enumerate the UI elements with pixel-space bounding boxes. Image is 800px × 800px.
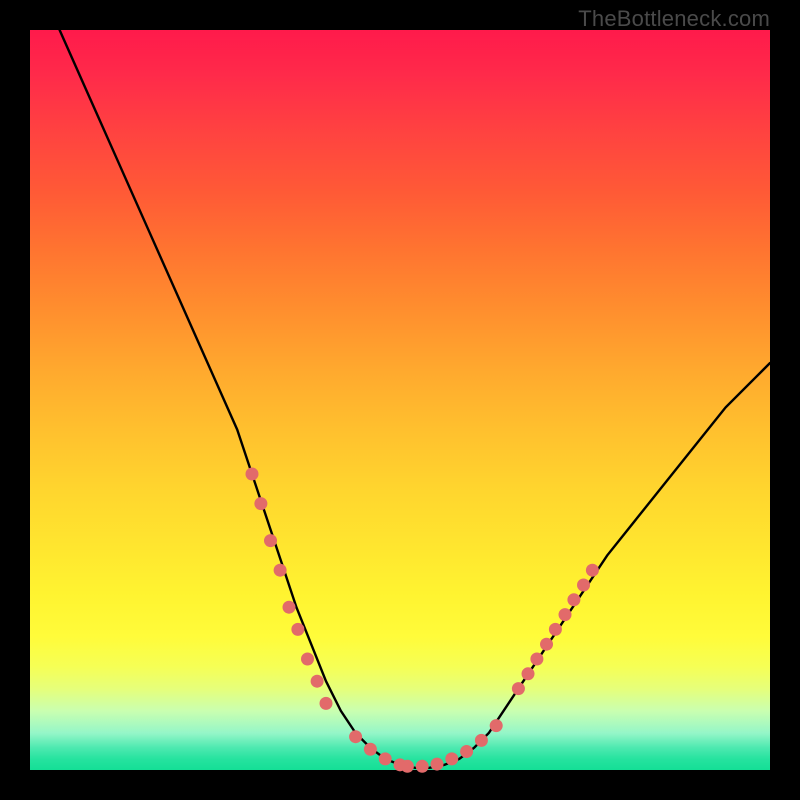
attribution-label: TheBottleneck.com	[578, 6, 770, 32]
highlight-dot	[283, 601, 296, 614]
highlight-dot	[311, 675, 324, 688]
highlight-dots-bottom	[349, 719, 503, 773]
highlight-dot	[401, 760, 414, 773]
highlight-dot	[416, 760, 429, 773]
highlight-dots-right	[512, 564, 599, 695]
highlight-dot	[530, 653, 543, 666]
highlight-dot	[301, 653, 314, 666]
bottleneck-curve-svg	[30, 30, 770, 770]
plot-area	[30, 30, 770, 770]
highlight-dot	[549, 623, 562, 636]
highlight-dot	[522, 667, 535, 680]
bottleneck-curve	[60, 30, 770, 768]
highlight-dot	[445, 752, 458, 765]
highlight-dot	[246, 468, 259, 481]
highlight-dot	[349, 730, 362, 743]
highlight-dot	[567, 593, 580, 606]
chart-frame: TheBottleneck.com	[0, 0, 800, 800]
highlight-dot	[475, 734, 488, 747]
highlight-dot	[264, 534, 277, 547]
highlight-dot	[431, 758, 444, 771]
highlight-dot	[577, 579, 590, 592]
highlight-dot	[490, 719, 503, 732]
highlight-dot	[379, 752, 392, 765]
highlight-dot	[254, 497, 267, 510]
highlight-dot	[291, 623, 304, 636]
highlight-dot	[540, 638, 553, 651]
highlight-dot	[586, 564, 599, 577]
highlight-dot	[512, 682, 525, 695]
highlight-dot	[274, 564, 287, 577]
highlight-dot	[460, 745, 473, 758]
highlight-dot	[364, 743, 377, 756]
highlight-dot	[559, 608, 572, 621]
highlight-dot	[320, 697, 333, 710]
